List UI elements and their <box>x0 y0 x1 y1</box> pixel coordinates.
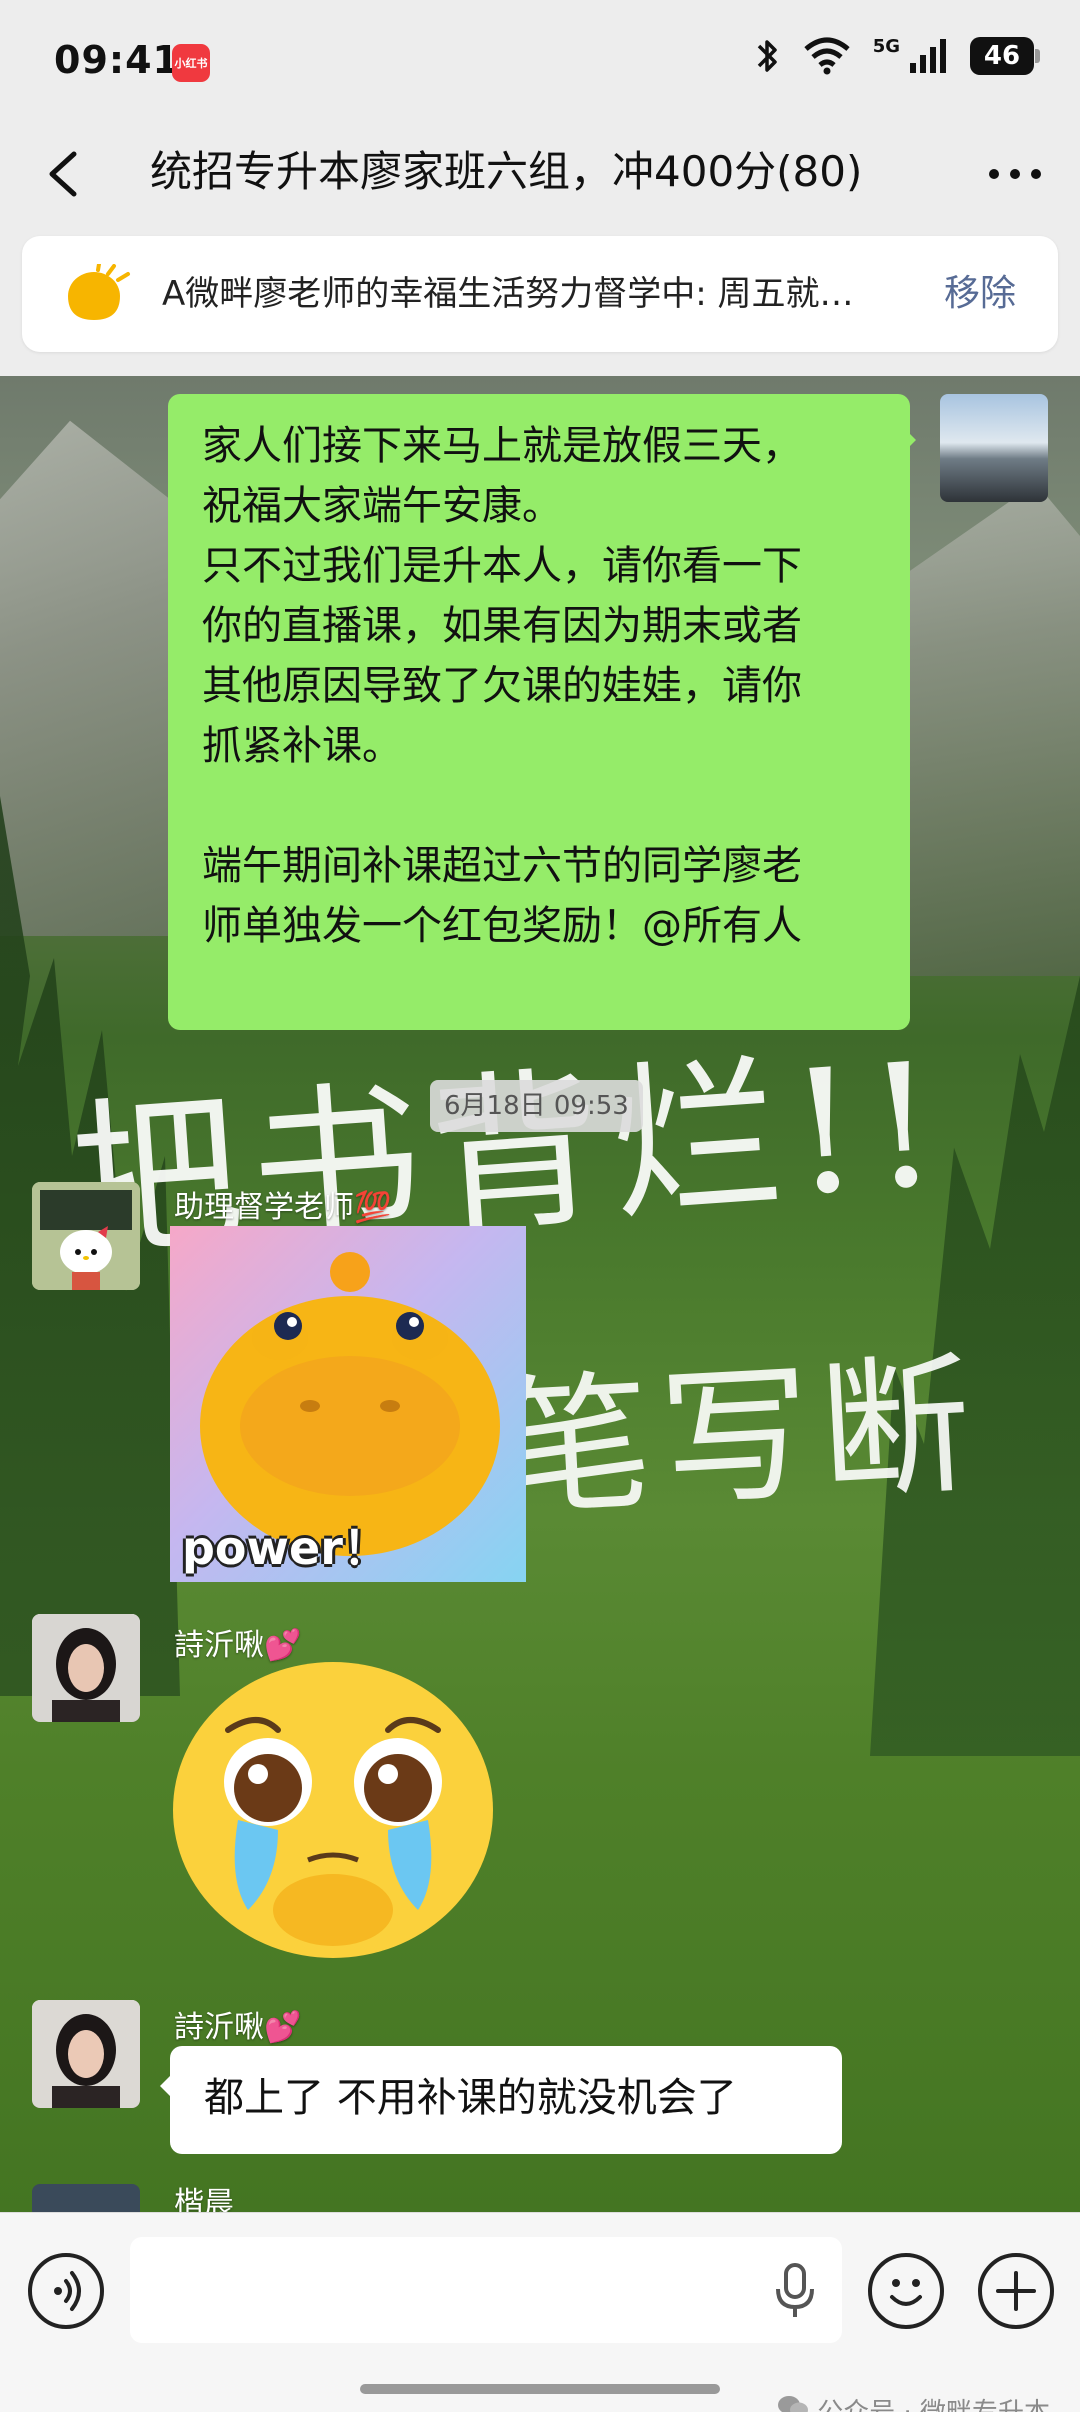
user-photo-icon <box>32 1614 140 1722</box>
plus-icon <box>996 2271 1036 2311</box>
chat-title: 统招专升本廖家班六组，冲400分(80) <box>150 147 863 196</box>
chat-header: 统招专升本廖家班六组，冲400分(80) <box>0 120 1080 228</box>
sender-avatar[interactable] <box>32 1182 140 1290</box>
back-button[interactable] <box>38 146 94 202</box>
sender-avatar[interactable] <box>32 1614 140 1722</box>
sender-name: 詩沂啾💕 <box>174 1628 302 1663</box>
status-bar: 09:41 小红书 5G 46 <box>0 0 1080 120</box>
notice-text: A微畔廖老师的幸福生活努力督学中: 周五就… <box>162 274 854 314</box>
more-dots-icon <box>989 169 1041 179</box>
bluetooth-icon <box>755 36 781 76</box>
voice-toggle-button[interactable] <box>28 2253 104 2329</box>
signal-icon <box>908 37 948 75</box>
my-avatar[interactable] <box>940 394 1048 502</box>
sticker-message[interactable] <box>168 1660 498 1966</box>
home-indicator <box>360 2384 720 2394</box>
background-calligraphy: 笔写断 <box>496 1338 985 1538</box>
status-time: 09:41 <box>54 38 180 82</box>
app-notification-badge: 小红书 <box>172 44 210 82</box>
battery-indicator: 46 <box>970 37 1040 75</box>
voice-wave-icon <box>54 2271 81 2311</box>
notice-remove-button[interactable]: 移除 <box>944 266 1016 322</box>
wechat-icon <box>777 2394 809 2412</box>
status-icons: 5G 46 <box>755 35 1040 76</box>
sticker-message[interactable]: power！ <box>170 1226 526 1582</box>
sticker-caption: power！ <box>182 1521 389 1575</box>
microphone-button[interactable] <box>772 2261 818 2319</box>
crying-face-emoji-icon <box>173 1662 493 1958</box>
network-type: 5G <box>872 35 900 57</box>
message-bubble[interactable]: 家人们接下来马上就是放假三天， 祝福大家端午安康。 只不过我们是升本人，请你看一… <box>168 394 916 1030</box>
user-photo-icon <box>32 2000 140 2108</box>
chevron-left-icon <box>49 151 77 197</box>
sender-avatar[interactable] <box>32 2000 140 2108</box>
message-input[interactable] <box>130 2237 842 2343</box>
sender-name: 楷晨 <box>174 2186 234 2212</box>
hello-kitty-icon <box>32 1182 140 1290</box>
sender-name: 助理督学老师💯 <box>174 1190 392 1225</box>
watermark: 公众号 · 微畔专升本 <box>777 2392 1050 2412</box>
wifi-icon <box>803 37 851 75</box>
smiley-icon <box>890 2279 922 2306</box>
message-timestamp: 6月18日 09:53 <box>430 1080 643 1132</box>
message-input-bar <box>0 2212 1080 2412</box>
sender-avatar[interactable] <box>32 2184 140 2212</box>
message-bubble[interactable]: 都上了 不用补课的就没机会了 <box>160 2046 842 2154</box>
group-notice-banner[interactable]: A微畔廖老师的幸福生活努力督学中: 周五就… 移除 <box>22 236 1058 352</box>
watermark-text: 公众号 · 微畔专升本 <box>817 2392 1050 2412</box>
microphone-icon <box>776 2263 814 2317</box>
announcement-icon <box>62 262 132 324</box>
emoji-button[interactable] <box>868 2253 944 2329</box>
more-actions-button[interactable] <box>978 2253 1054 2329</box>
more-button[interactable] <box>980 146 1050 202</box>
sender-name: 詩沂啾💕 <box>174 2010 302 2045</box>
